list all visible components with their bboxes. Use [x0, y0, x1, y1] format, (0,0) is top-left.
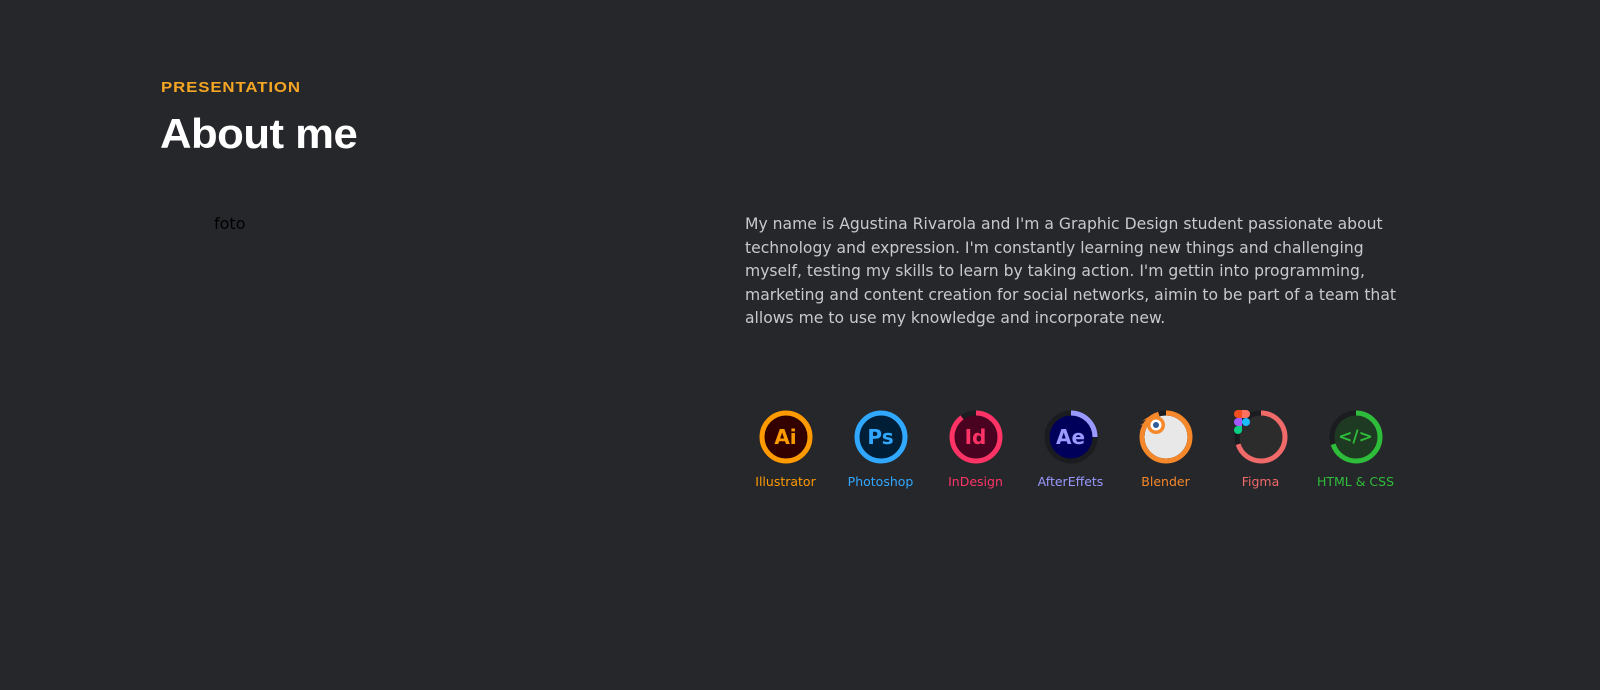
skill-item-figma: Figma — [1213, 410, 1308, 490]
skill-label: Figma — [1241, 474, 1280, 489]
photoshop-icon: Ps — [867, 425, 894, 449]
bio-text: My name is Agustina Rivarola and I'm a G… — [745, 215, 1396, 327]
skill-item-html-css: </> HTML & CSS — [1308, 410, 1403, 490]
skills-list: Ai Illustrator Ps Photoshop Id InDesign … — [744, 410, 1403, 490]
profile-photo: foto — [214, 214, 246, 233]
skill-progress-ring: </> — [1329, 410, 1383, 464]
skill-progress-ring — [1233, 410, 1288, 464]
skill-item-aftereffects: Ae AfterEffets — [1023, 410, 1118, 490]
skill-progress-ring: Ps — [854, 410, 908, 464]
illustrator-icon: Ai — [774, 425, 797, 449]
skill-label: HTML & CSS — [1316, 474, 1395, 489]
skill-progress-ring: Ae — [1044, 410, 1098, 464]
skill-label: AfterEffets — [1037, 474, 1104, 489]
indesign-icon: Id — [964, 425, 987, 449]
section-eyebrow: PRESENTATION — [161, 79, 301, 96]
skill-label: InDesign — [948, 474, 1003, 489]
skill-label: Illustrator — [755, 474, 816, 489]
blender-icon — [1139, 410, 1193, 464]
skill-item-illustrator: Ai Illustrator — [738, 410, 833, 490]
aftereffects-icon: Ae — [1055, 425, 1086, 449]
skill-label: Blender — [1141, 474, 1190, 489]
code-icon: </> — [1338, 427, 1373, 447]
skill-item-blender: Blender — [1118, 410, 1213, 490]
figma-icon — [1233, 410, 1288, 464]
skill-label: Photoshop — [847, 474, 914, 489]
skill-progress-ring — [1139, 410, 1193, 464]
page-title: About me — [160, 110, 358, 157]
skill-progress-ring: Id — [949, 410, 1003, 464]
skill-item-indesign: Id InDesign — [928, 410, 1023, 490]
skill-progress-ring: Ai — [759, 410, 813, 464]
skill-item-photoshop: Ps Photoshop — [833, 410, 928, 490]
